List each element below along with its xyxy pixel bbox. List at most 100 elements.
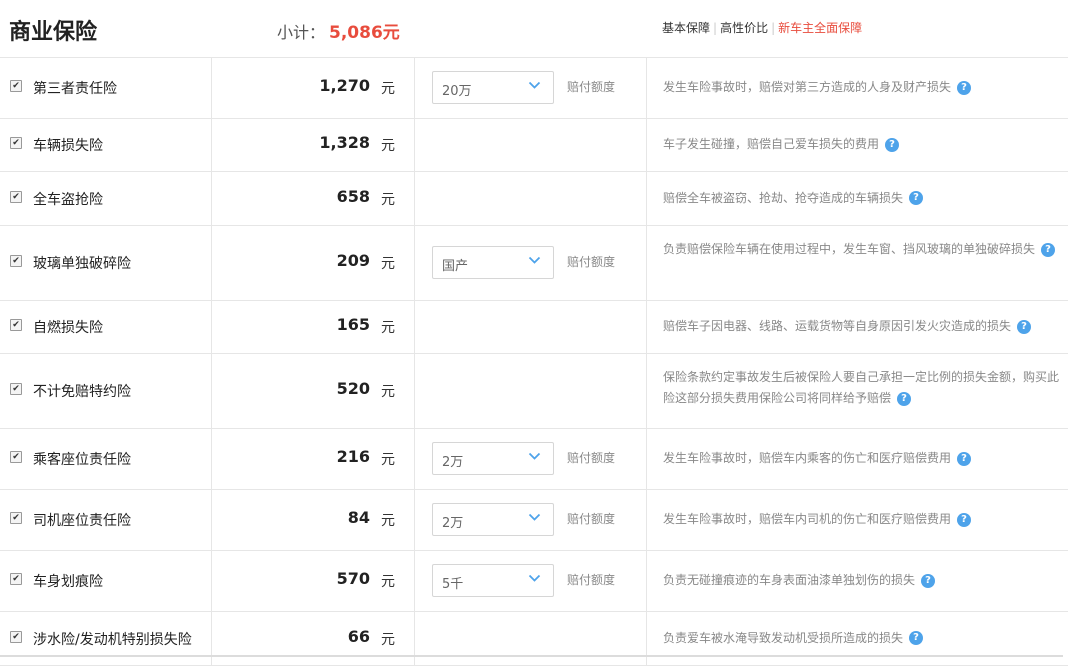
item-description: 发生车险事故时，赔偿车内乘客的伤亡和医疗赔偿费用? xyxy=(663,448,1061,469)
column-divider xyxy=(646,226,647,300)
item-checkbox[interactable]: ✔ xyxy=(10,319,22,331)
help-icon[interactable]: ? xyxy=(909,191,924,205)
help-icon[interactable]: ? xyxy=(1041,242,1056,257)
column-divider xyxy=(646,301,647,353)
column-divider xyxy=(211,119,212,171)
item-name: 玻璃单独破碎险 xyxy=(33,256,131,272)
insurance-row: ✔ 全车盗抢险 658 元 赔偿全车被盗窃、抢劫、抢夺造成的车辆损失? xyxy=(0,172,1068,226)
column-divider xyxy=(646,490,647,550)
item-description-text: 负责无碰撞痕迹的车身表面油漆单独划伤的损失 xyxy=(663,573,916,587)
price-unit: 元 xyxy=(381,191,395,208)
price-unit: 元 xyxy=(381,452,395,468)
column-divider xyxy=(646,354,647,428)
item-name: 涉水险/发动机特别损失险 xyxy=(33,631,192,648)
column-divider xyxy=(414,354,415,428)
price-unit: 元 xyxy=(381,384,395,400)
coverage-select[interactable]: 国产 xyxy=(432,246,554,279)
item-checkbox[interactable]: ✔ xyxy=(10,255,22,267)
help-icon[interactable]: ? xyxy=(957,512,972,527)
item-checkbox[interactable]: ✔ xyxy=(10,573,22,585)
help-icon[interactable]: ? xyxy=(897,391,912,406)
coverage-select[interactable]: 20万 xyxy=(432,71,554,104)
coverage-select-value: 2万 xyxy=(442,455,464,470)
column-divider xyxy=(414,612,415,665)
help-icon[interactable]: ? xyxy=(921,573,936,588)
item-checkbox[interactable]: ✔ xyxy=(10,630,22,643)
column-divider xyxy=(646,172,647,225)
insurance-row: ✔ 车辆损失险 1,328 元 车子发生碰撞，赔偿自己爱车损失的费用? xyxy=(0,119,1068,172)
column-divider xyxy=(646,612,647,665)
help-icon[interactable]: ? xyxy=(957,80,972,95)
coverage-select[interactable]: 2万 xyxy=(432,503,554,536)
column-divider xyxy=(211,301,212,353)
item-description-text: 赔偿车子因电器、线路、运载货物等自身原因引发火灾造成的损失 xyxy=(663,319,1012,333)
coverage-label: 赔付额度 xyxy=(567,451,616,465)
item-checkbox[interactable]: ✔ xyxy=(10,383,22,395)
coverage-select[interactable]: 2万 xyxy=(432,442,554,475)
coverage-label: 赔付额度 xyxy=(567,573,616,587)
item-price: 1,270 xyxy=(319,76,370,95)
coverage-select-value: 国产 xyxy=(442,259,469,274)
item-price: 84 xyxy=(347,508,370,527)
price-unit: 元 xyxy=(381,320,395,336)
column-divider xyxy=(414,301,415,353)
item-description: 负责无碰撞痕迹的车身表面油漆单独划伤的损失? xyxy=(663,570,1061,591)
coverage-label: 赔付额度 xyxy=(567,80,616,94)
item-checkbox[interactable]: ✔ xyxy=(10,190,22,203)
help-icon[interactable]: ? xyxy=(1017,319,1032,334)
item-price: 570 xyxy=(336,569,370,588)
item-name: 第三者责任险 xyxy=(33,81,117,97)
subtotal-unit: 元 xyxy=(382,23,400,43)
item-description: 负责爱车被水淹导致发动机受损所造成的损失? xyxy=(663,628,1061,649)
page-title: 商业保险 xyxy=(9,20,98,45)
item-description: 赔偿全车被盗窃、抢劫、抢夺造成的车辆损失? xyxy=(663,188,1061,209)
item-price: 165 xyxy=(336,315,370,334)
help-icon[interactable]: ? xyxy=(885,137,900,152)
item-checkbox[interactable]: ✔ xyxy=(10,512,22,524)
item-price: 1,328 xyxy=(319,133,370,152)
item-description-text: 保险条款约定事故发生后被保险人要自己承担一定比例的损失金额，购买此险这部分损失费… xyxy=(663,370,1060,405)
coverage-label: 赔付额度 xyxy=(567,255,616,269)
column-divider xyxy=(646,429,647,489)
column-divider xyxy=(414,551,415,611)
insurance-row: ✔ 不计免赔特约险 520 元 保险条款约定事故发生后被保险人要自己承担一定比例的损失金… xyxy=(0,354,1068,429)
item-name: 车身划痕险 xyxy=(33,574,103,590)
item-description-text: 发生车险事故时，赔偿对第三方造成的人身及财产损失 xyxy=(663,80,952,94)
column-divider xyxy=(646,58,647,118)
help-icon[interactable]: ? xyxy=(909,631,924,645)
bottom-divider xyxy=(0,655,1063,657)
item-price: 66 xyxy=(347,626,370,646)
coverage-select-value: 2万 xyxy=(442,516,464,531)
column-divider xyxy=(211,172,212,225)
item-price: 216 xyxy=(336,447,370,466)
plan-link-full[interactable]: 新车主全面保障 xyxy=(778,21,862,35)
help-icon[interactable]: ? xyxy=(957,451,972,466)
plan-link-value[interactable]: 高性价比 xyxy=(720,21,768,35)
column-divider xyxy=(211,58,212,118)
item-checkbox[interactable]: ✔ xyxy=(10,80,22,92)
column-divider xyxy=(414,490,415,550)
coverage-label: 赔付额度 xyxy=(567,512,616,526)
insurance-row: ✔ 第三者责任险 1,270 元 20万 赔付额度 发生车险事故时，赔偿对第三方造成的人身及… xyxy=(0,58,1068,119)
column-divider xyxy=(211,354,212,428)
price-unit: 元 xyxy=(381,631,395,648)
item-description: 保险条款约定事故发生后被保险人要自己承担一定比例的损失金额，购买此险这部分损失费… xyxy=(663,367,1061,409)
item-checkbox[interactable]: ✔ xyxy=(10,137,22,149)
price-unit: 元 xyxy=(381,574,395,590)
item-price: 209 xyxy=(336,251,370,270)
item-name: 全车盗抢险 xyxy=(33,191,103,208)
item-price: 520 xyxy=(336,379,370,398)
chevron-down-icon xyxy=(528,256,541,264)
item-name: 乘客座位责任险 xyxy=(33,452,131,468)
price-unit: 元 xyxy=(381,256,395,272)
item-name: 司机座位责任险 xyxy=(33,513,131,529)
coverage-select[interactable]: 5千 xyxy=(432,564,554,597)
chevron-down-icon xyxy=(528,452,541,460)
column-divider xyxy=(211,490,212,550)
item-checkbox[interactable]: ✔ xyxy=(10,451,22,463)
plan-link-basic[interactable]: 基本保障 xyxy=(662,21,710,35)
coverage-select-value: 20万 xyxy=(442,84,472,99)
item-price: 658 xyxy=(336,186,370,206)
item-description: 车子发生碰撞，赔偿自己爱车损失的费用? xyxy=(663,134,1061,155)
item-description: 发生车险事故时，赔偿车内司机的伤亡和医疗赔偿费用? xyxy=(663,509,1061,530)
